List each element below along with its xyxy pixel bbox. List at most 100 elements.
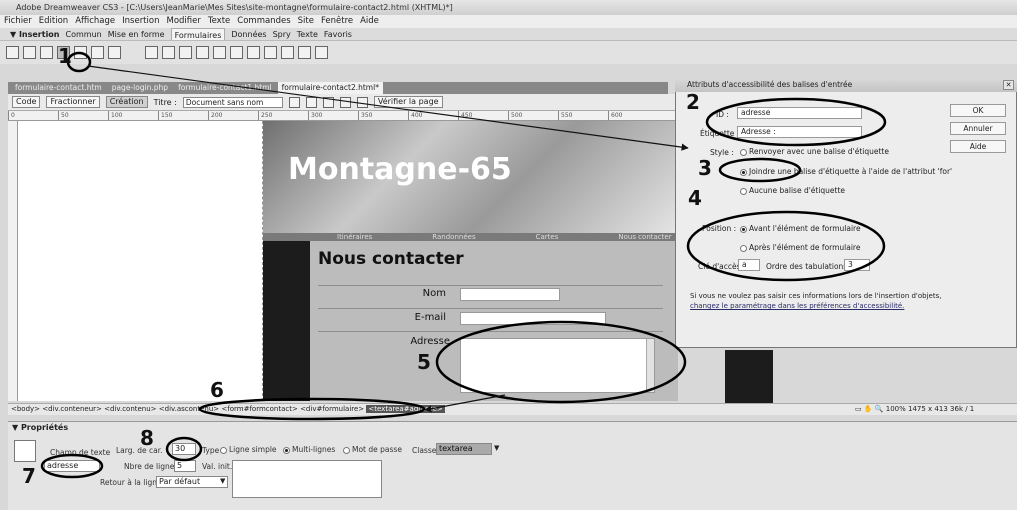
hidden-field-icon[interactable] (40, 46, 53, 59)
menu-fichier[interactable]: Fichier (4, 15, 32, 28)
menu-affichage[interactable]: Affichage (75, 15, 115, 28)
refresh-icon[interactable] (322, 96, 334, 108)
menu-edition[interactable]: Edition (39, 15, 68, 28)
list-menu-icon[interactable] (145, 46, 158, 59)
radio-style-none[interactable] (740, 187, 747, 195)
position-option[interactable]: Avant l'élément de formulaire (740, 224, 861, 233)
spry-textarea-icon[interactable] (281, 46, 294, 59)
nav-item[interactable]: Cartes (536, 233, 559, 241)
text-field-icon[interactable] (23, 46, 36, 59)
select-tool-icon[interactable]: ▭ (855, 405, 862, 413)
access-key-input[interactable]: a (738, 259, 760, 271)
button-icon[interactable] (213, 46, 226, 59)
tag-path[interactable]: <body> <div.conteneur> <div.contenu> <di… (11, 405, 219, 413)
tab-formulaires[interactable]: Formulaires (170, 28, 226, 40)
properties-header[interactable]: ▼ Propriétés (12, 423, 68, 432)
init-value-input[interactable] (232, 460, 382, 498)
menu-texte[interactable]: Texte (208, 15, 230, 28)
fieldset-icon[interactable] (247, 46, 260, 59)
split-view-button[interactable]: Fractionner (46, 96, 100, 108)
code-view-button[interactable]: Code (12, 96, 41, 108)
nav-item[interactable]: Randonnées (432, 233, 475, 241)
ok-button[interactable]: OK (950, 104, 1006, 117)
tag-div[interactable]: <div#formulaire> (300, 405, 364, 413)
label-input[interactable]: Adresse : (737, 126, 862, 138)
nav-item[interactable]: Nous contacter (618, 233, 671, 241)
type-option-multi[interactable]: Multi-lignes (283, 445, 335, 454)
menu-site[interactable]: Site (298, 15, 314, 28)
tab-spry[interactable]: Spry (273, 28, 291, 40)
menu-insertion[interactable]: Insertion (122, 15, 159, 28)
chevron-down-icon[interactable]: ▼ (220, 477, 225, 485)
jump-menu-icon[interactable] (162, 46, 175, 59)
tab-commun[interactable]: Commun (66, 28, 102, 40)
spry-select-icon[interactable] (315, 46, 328, 59)
tab-mise-en-forme[interactable]: Mise en forme (108, 28, 165, 40)
cancel-button[interactable]: Annuler (950, 122, 1006, 135)
tab-donnees[interactable]: Données (231, 28, 266, 40)
file-field-icon[interactable] (196, 46, 209, 59)
menu-commandes[interactable]: Commandes (237, 15, 290, 28)
tag-form[interactable]: <form#formcontact> (221, 405, 297, 413)
radio-position-after[interactable] (740, 244, 747, 252)
window-size[interactable]: 1475 x 413 (908, 405, 948, 413)
close-icon[interactable]: ✕ (1003, 80, 1014, 90)
doc-tab[interactable]: formulaire-contact1.html (174, 82, 276, 94)
menu-aide[interactable]: Aide (360, 15, 379, 28)
address-textarea[interactable] (460, 338, 655, 393)
type-option-single[interactable]: Ligne simple (220, 445, 277, 454)
style-option[interactable]: Joindre une balise d'étiquette à l'aide … (740, 167, 952, 176)
nav-item[interactable]: Itinéraires (337, 233, 372, 241)
form-icon[interactable] (6, 46, 19, 59)
type-option-password[interactable]: Mot de passe (343, 445, 402, 454)
spry-checkbox-icon[interactable] (298, 46, 311, 59)
tab-texte[interactable]: Texte (297, 28, 318, 40)
view-options-icon[interactable] (339, 96, 351, 108)
radio-style-for[interactable] (740, 168, 747, 176)
doc-tab[interactable]: page-login.php (108, 82, 172, 94)
file-management-icon[interactable] (288, 96, 300, 108)
design-view-button[interactable]: Création (105, 96, 148, 108)
email-input[interactable] (460, 312, 606, 325)
doc-tab-active[interactable]: formulaire-contact2.html* (277, 82, 383, 94)
doc-tab[interactable]: formulaire-contact.htm (11, 82, 106, 94)
radio-single[interactable] (220, 446, 227, 454)
preferences-link[interactable]: changez le paramétrage dans les préféren… (690, 302, 904, 310)
radio-style-wrap[interactable] (740, 148, 747, 156)
preview-icon[interactable] (305, 96, 317, 108)
style-option[interactable]: Renvoyer avec une balise d'étiquette (740, 147, 889, 156)
title-input[interactable]: Document sans nom (182, 96, 283, 108)
tab-index-input[interactable]: 3 (844, 259, 870, 271)
wrap-select[interactable]: Par défaut (156, 476, 228, 488)
tab-favoris[interactable]: Favoris (324, 28, 352, 40)
style-option[interactable]: Aucune balise d'étiquette (740, 186, 845, 195)
name-input[interactable] (460, 288, 560, 301)
position-option[interactable]: Après l'élément de formulaire (740, 243, 860, 252)
radio-multi[interactable] (283, 446, 290, 454)
class-select[interactable]: textarea (436, 443, 492, 455)
checkbox-icon[interactable] (74, 46, 87, 59)
zoom-tool-icon[interactable]: 🔍 (875, 405, 884, 413)
radio-group-icon[interactable] (108, 46, 121, 59)
insert-panel-label[interactable]: ▼ Insertion (10, 28, 60, 40)
hand-tool-icon[interactable]: ✋ (864, 405, 873, 413)
chevron-down-icon[interactable]: ▼ (494, 444, 499, 452)
textarea-scrollbar[interactable] (646, 339, 654, 392)
element-name-input[interactable]: adresse (44, 460, 100, 472)
spry-validation-icon[interactable] (264, 46, 277, 59)
visual-aids-icon[interactable] (356, 96, 368, 108)
id-input[interactable]: adresse (737, 107, 862, 119)
zoom-level[interactable]: 100% (886, 405, 906, 413)
radio-password[interactable] (343, 446, 350, 454)
label-icon[interactable] (230, 46, 243, 59)
validate-page-button[interactable]: Vérifier la page (373, 96, 443, 108)
tag-textarea-selected[interactable]: <textarea#adresse> (366, 405, 445, 413)
menu-modifier[interactable]: Modifier (166, 15, 200, 28)
lines-input[interactable]: 5 (174, 460, 196, 472)
radio-position-before[interactable] (740, 225, 747, 233)
menu-fenetre[interactable]: Fenêtre (321, 15, 353, 28)
radio-icon[interactable] (91, 46, 104, 59)
help-button[interactable]: Aide (950, 140, 1006, 153)
image-field-icon[interactable] (179, 46, 192, 59)
char-width-input[interactable]: 30 (172, 443, 196, 455)
